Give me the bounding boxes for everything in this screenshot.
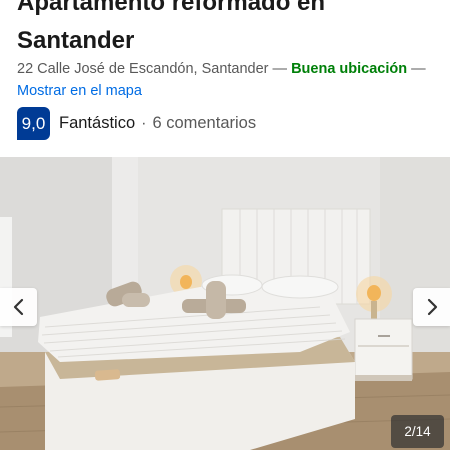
address-separator: — (268, 61, 292, 77)
address-separator-2: — (407, 61, 426, 77)
reviews-link[interactable]: 6 comentarios (152, 114, 256, 133)
rating-label: Fantástico (59, 114, 136, 132)
address-text: 22 Calle José de Escandón, Santander (17, 61, 269, 77)
listing-title: Apartamento reformado en Santander (17, 0, 326, 54)
rating-separator: · (141, 114, 147, 132)
chevron-left-icon (13, 298, 23, 316)
address-line: 22 Calle José de Escandón, Santander — B… (17, 58, 442, 102)
gallery-photo[interactable]: 2/14 (0, 157, 450, 450)
photo-counter: 2/14 (391, 415, 444, 448)
next-photo-button[interactable] (413, 288, 450, 326)
previous-photo-button[interactable] (0, 288, 37, 326)
rating-row: 9,0 Fantástico · 6 comentarios (17, 107, 256, 140)
chevron-right-icon (427, 298, 437, 316)
review-score-badge: 9,0 (17, 107, 50, 140)
location-badge: Buena ubicación (291, 61, 408, 77)
bedroom-photo (0, 157, 450, 450)
show-on-map-link[interactable]: Mostrar en el mapa (17, 83, 142, 99)
